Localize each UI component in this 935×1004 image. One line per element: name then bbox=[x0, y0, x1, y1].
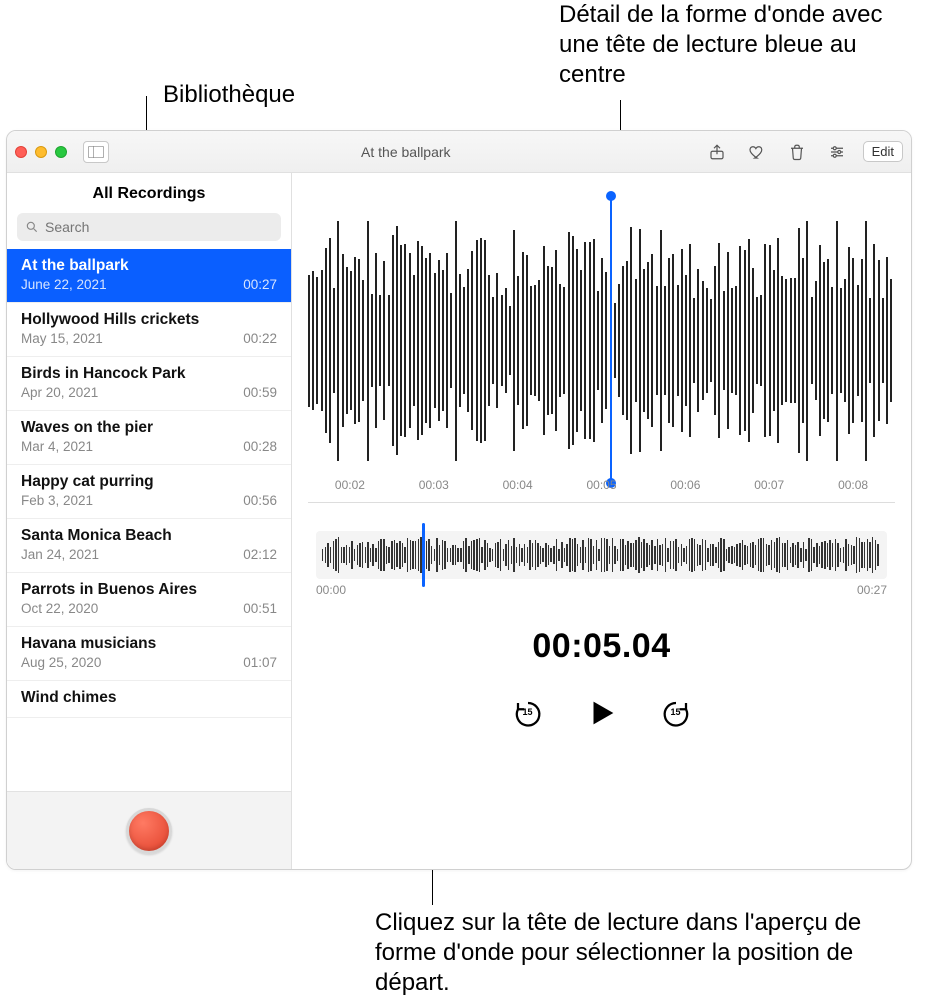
waveform-overview[interactable]: 00:00 00:27 bbox=[316, 531, 887, 579]
record-bar bbox=[7, 791, 291, 869]
recording-date: Oct 22, 2020 bbox=[21, 601, 98, 616]
skip-back-seconds: 15 bbox=[513, 707, 543, 717]
ruler-tick: 00:08 bbox=[811, 478, 895, 502]
recording-title: Havana musicians bbox=[21, 635, 277, 653]
recording-title: At the ballpark bbox=[21, 257, 277, 275]
titlebar: At the ballpark Edit bbox=[7, 131, 911, 173]
recording-row[interactable]: Santa Monica Beach Jan 24, 2021 02:12 bbox=[7, 519, 291, 573]
share-button[interactable] bbox=[703, 140, 731, 164]
recording-date: Mar 4, 2021 bbox=[21, 439, 93, 454]
search-field[interactable] bbox=[17, 213, 281, 241]
ruler-tick: 00:06 bbox=[643, 478, 727, 502]
recording-date: Aug 25, 2020 bbox=[21, 655, 101, 670]
recording-title: Happy cat purring bbox=[21, 473, 277, 491]
recording-title: Hollywood Hills crickets bbox=[21, 311, 277, 329]
time-display: 00:05.04 bbox=[292, 627, 911, 666]
recording-duration: 00:22 bbox=[243, 331, 277, 346]
recording-title: Waves on the pier bbox=[21, 419, 277, 437]
recording-date: June 22, 2021 bbox=[21, 277, 107, 292]
recording-date: Feb 3, 2021 bbox=[21, 493, 93, 508]
playhead-detail[interactable] bbox=[610, 197, 612, 482]
minimize-window-button[interactable] bbox=[35, 146, 47, 158]
delete-button[interactable] bbox=[783, 140, 811, 164]
skip-forward-seconds: 15 bbox=[661, 707, 691, 717]
traffic-lights bbox=[15, 146, 67, 158]
ruler-tick: 00:05 bbox=[560, 478, 644, 502]
sidebar: All Recordings At the ballpark June 22, 2… bbox=[7, 173, 292, 869]
ruler-tick: 00:07 bbox=[727, 478, 811, 502]
recording-title: Birds in Hancock Park bbox=[21, 365, 277, 383]
settings-button[interactable] bbox=[823, 140, 851, 164]
skip-back-button[interactable]: 15 bbox=[513, 698, 543, 728]
recording-date: Apr 20, 2021 bbox=[21, 385, 98, 400]
skip-forward-button[interactable]: 15 bbox=[661, 698, 691, 728]
recording-title: Santa Monica Beach bbox=[21, 527, 277, 545]
recording-row[interactable]: Happy cat purring Feb 3, 2021 00:56 bbox=[7, 465, 291, 519]
recording-duration: 00:28 bbox=[243, 439, 277, 454]
recording-duration: 00:27 bbox=[243, 277, 277, 292]
callout-detail-label: Détail de la forme d'onde avec une tête … bbox=[559, 0, 929, 90]
recording-duration: 00:59 bbox=[243, 385, 277, 400]
recording-row[interactable]: Havana musicians Aug 25, 2020 01:07 bbox=[7, 627, 291, 681]
edit-button[interactable]: Edit bbox=[863, 141, 903, 162]
main-pane: 00:0200:0300:0400:0500:0600:0700:08 00:0… bbox=[292, 173, 911, 869]
playback-controls: 15 15 bbox=[292, 696, 911, 730]
callout-library-label: Bibliothèque bbox=[163, 80, 295, 110]
overview-start-label: 00:00 bbox=[316, 583, 346, 597]
ruler-tick: 00:03 bbox=[392, 478, 476, 502]
ruler-tick: 00:04 bbox=[476, 478, 560, 502]
play-button[interactable] bbox=[585, 696, 619, 730]
recording-duration: 02:12 bbox=[243, 547, 277, 562]
record-button[interactable] bbox=[126, 808, 172, 854]
recording-row[interactable]: Wind chimes bbox=[7, 681, 291, 718]
library-title: All Recordings bbox=[7, 173, 291, 213]
sidebar-toggle-button[interactable] bbox=[83, 141, 109, 163]
overview-end-label: 00:27 bbox=[857, 583, 887, 597]
favorite-button[interactable] bbox=[743, 140, 771, 164]
recording-row[interactable]: Waves on the pier Mar 4, 2021 00:28 bbox=[7, 411, 291, 465]
recording-row[interactable]: Hollywood Hills crickets May 15, 2021 00:2… bbox=[7, 303, 291, 357]
search-input[interactable] bbox=[45, 219, 273, 235]
recording-title: Wind chimes bbox=[21, 689, 277, 707]
app-window: At the ballpark Edit All Recordings bbox=[6, 130, 912, 870]
zoom-window-button[interactable] bbox=[55, 146, 67, 158]
search-icon bbox=[25, 220, 39, 234]
waveform-detail[interactable]: 00:0200:0300:0400:0500:0600:0700:08 bbox=[308, 203, 895, 503]
ruler-tick: 00:02 bbox=[308, 478, 392, 502]
recording-row[interactable]: At the ballpark June 22, 2021 00:27 bbox=[7, 249, 291, 303]
callout-overview-label: Cliquez sur la tête de lecture dans l'ap… bbox=[375, 908, 915, 998]
recording-row[interactable]: Parrots in Buenos Aires Oct 22, 2020 00:51 bbox=[7, 573, 291, 627]
time-ruler: 00:0200:0300:0400:0500:0600:0700:08 bbox=[308, 478, 895, 502]
recording-title: Parrots in Buenos Aires bbox=[21, 581, 277, 599]
close-window-button[interactable] bbox=[15, 146, 27, 158]
recording-duration: 00:56 bbox=[243, 493, 277, 508]
recording-duration: 01:07 bbox=[243, 655, 277, 670]
recording-date: May 15, 2021 bbox=[21, 331, 103, 346]
recordings-list: At the ballpark June 22, 2021 00:27 Hollywo… bbox=[7, 249, 291, 791]
recording-row[interactable]: Birds in Hancock Park Apr 20, 2021 00:59 bbox=[7, 357, 291, 411]
playhead-overview[interactable] bbox=[422, 523, 425, 587]
window-title: At the ballpark bbox=[117, 144, 695, 160]
recording-date: Jan 24, 2021 bbox=[21, 547, 99, 562]
recording-duration: 00:51 bbox=[243, 601, 277, 616]
